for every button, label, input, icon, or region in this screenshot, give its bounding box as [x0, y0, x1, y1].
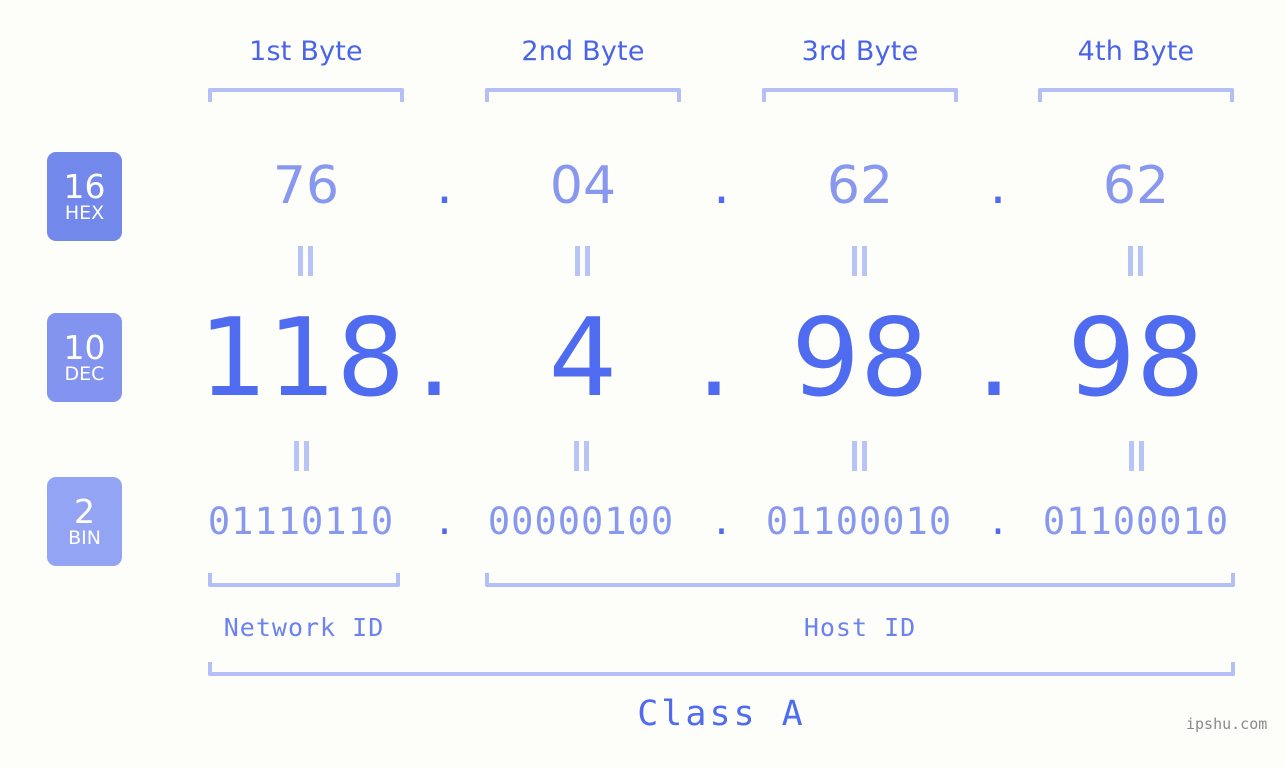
equals-icon-dec-bin-1	[291, 441, 313, 471]
hex-byte-3: 62	[826, 156, 894, 216]
byte-header-4: 4th Byte	[1077, 36, 1195, 67]
byte-bracket-top-2	[485, 88, 681, 102]
dec-byte-1: 118	[198, 296, 406, 421]
dec-byte-3: 98	[791, 296, 929, 421]
dec-separator-3: .	[976, 296, 1012, 421]
hex-separator-2: .	[713, 156, 730, 216]
byte-bracket-top-1	[208, 88, 404, 102]
bin-value-row: 01110110 . 00000100 . 01100010 . 0110001…	[0, 503, 1285, 553]
hex-byte-1: 76	[272, 156, 340, 216]
byte-header-2: 2nd Byte	[521, 36, 645, 67]
watermark: ipshu.com	[1186, 715, 1268, 733]
hex-value-row: 76 . 04 . 62 . 62	[0, 160, 1285, 220]
equals-icon-hex-dec-3	[849, 246, 871, 276]
equals-icon-hex-dec-4	[1125, 246, 1147, 276]
class-bracket	[208, 662, 1235, 676]
class-label: Class A	[637, 694, 806, 734]
bin-byte-4: 01100010	[1042, 500, 1230, 543]
byte-bracket-top-3	[762, 88, 958, 102]
host-id-bracket	[485, 573, 1235, 587]
hex-separator-3: .	[989, 156, 1007, 216]
equals-icon-hex-dec-1	[295, 246, 317, 276]
dec-byte-2: 4	[548, 296, 618, 421]
network-id-bracket	[208, 573, 400, 587]
equals-icon-dec-bin-2	[571, 441, 593, 471]
hex-separator-1: .	[436, 156, 453, 216]
bin-separator-1: .	[433, 500, 456, 543]
host-id-label: Host ID	[803, 613, 917, 642]
bin-separator-3: .	[986, 500, 1010, 543]
dec-separator-1: .	[416, 296, 452, 421]
equals-icon-dec-bin-3	[849, 441, 871, 471]
hex-byte-4: 62	[1102, 156, 1170, 216]
dec-separator-2: .	[696, 296, 732, 421]
byte-header-1: 1st Byte	[249, 36, 363, 67]
network-id-label: Network ID	[223, 613, 385, 642]
byte-header-3: 3rd Byte	[801, 36, 919, 67]
dec-value-row: 118 . 4 . 98 . 98	[0, 305, 1285, 425]
bin-separator-2: .	[710, 500, 733, 543]
ip-breakdown-diagram: 1st Byte 2nd Byte 3rd Byte 4th Byte 16 H…	[0, 0, 1285, 767]
bin-byte-1: 01110110	[207, 500, 395, 543]
bin-byte-2: 00000100	[487, 500, 675, 543]
byte-bracket-top-4	[1038, 88, 1234, 102]
dec-byte-4: 98	[1067, 296, 1205, 421]
bin-byte-3: 01100010	[765, 500, 953, 543]
equals-icon-dec-bin-4	[1126, 441, 1148, 471]
equals-icon-hex-dec-2	[572, 246, 594, 276]
hex-byte-2: 04	[549, 156, 617, 216]
